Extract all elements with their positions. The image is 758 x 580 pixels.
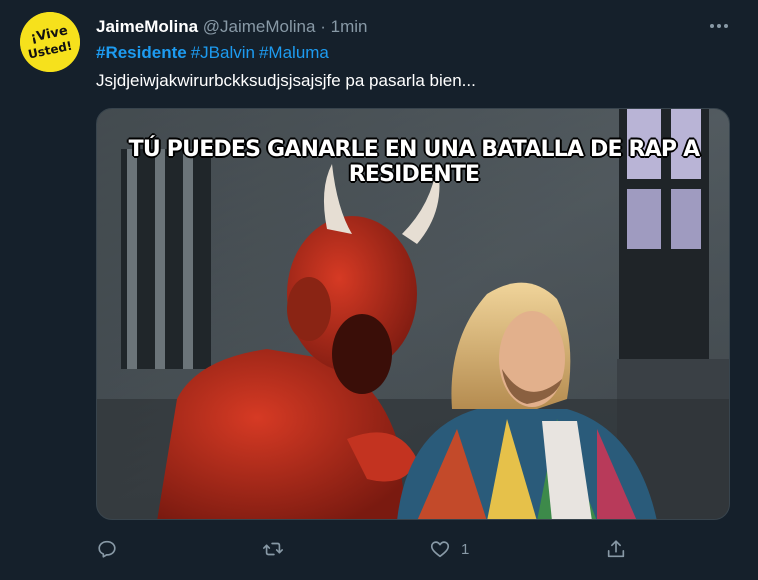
tweet-actions: 1 bbox=[96, 534, 730, 564]
timestamp[interactable]: 1min bbox=[331, 17, 368, 36]
tweet[interactable]: ¡Vive Usted! JaimeMolina @JaimeMolina · … bbox=[0, 0, 758, 580]
tweet-image[interactable]: TÚ PUEDES GANARLE EN UNA BATALLA DE RAP … bbox=[96, 108, 730, 520]
tweet-text: Jsjdjeiwjakwirurbckksudjsjsajsjfe pa pas… bbox=[96, 71, 476, 90]
hashtag-jbalvin[interactable]: #JBalvin bbox=[191, 43, 255, 62]
author-name[interactable]: JaimeMolina bbox=[96, 17, 198, 36]
avatar[interactable]: ¡Vive Usted! bbox=[20, 12, 80, 72]
tweet-header: JaimeMolina @JaimeMolina · 1min bbox=[96, 16, 367, 38]
separator-dot: · bbox=[320, 17, 326, 36]
hashtag-list: #Residente #JBalvin #Maluma bbox=[96, 42, 333, 64]
like-count: 1 bbox=[461, 540, 470, 558]
avatar-logo: ¡Vive Usted! bbox=[20, 12, 80, 72]
more-options-icon[interactable] bbox=[708, 18, 730, 34]
hashtag-residente[interactable]: #Residente bbox=[96, 43, 187, 62]
meme-caption: TÚ PUEDES GANARLE EN UNA BATALLA DE RAP … bbox=[128, 137, 700, 187]
share-button[interactable] bbox=[605, 534, 627, 564]
retweet-icon bbox=[263, 542, 283, 556]
retweet-button[interactable] bbox=[262, 534, 284, 564]
author-handle[interactable]: @JaimeMolina bbox=[203, 17, 316, 36]
heart-icon bbox=[430, 541, 450, 558]
hashtag-maluma[interactable]: #Maluma bbox=[259, 43, 329, 62]
share-icon bbox=[607, 540, 625, 558]
like-button[interactable]: 1 bbox=[429, 534, 469, 564]
reply-button[interactable] bbox=[96, 534, 118, 564]
reply-icon bbox=[98, 540, 116, 558]
